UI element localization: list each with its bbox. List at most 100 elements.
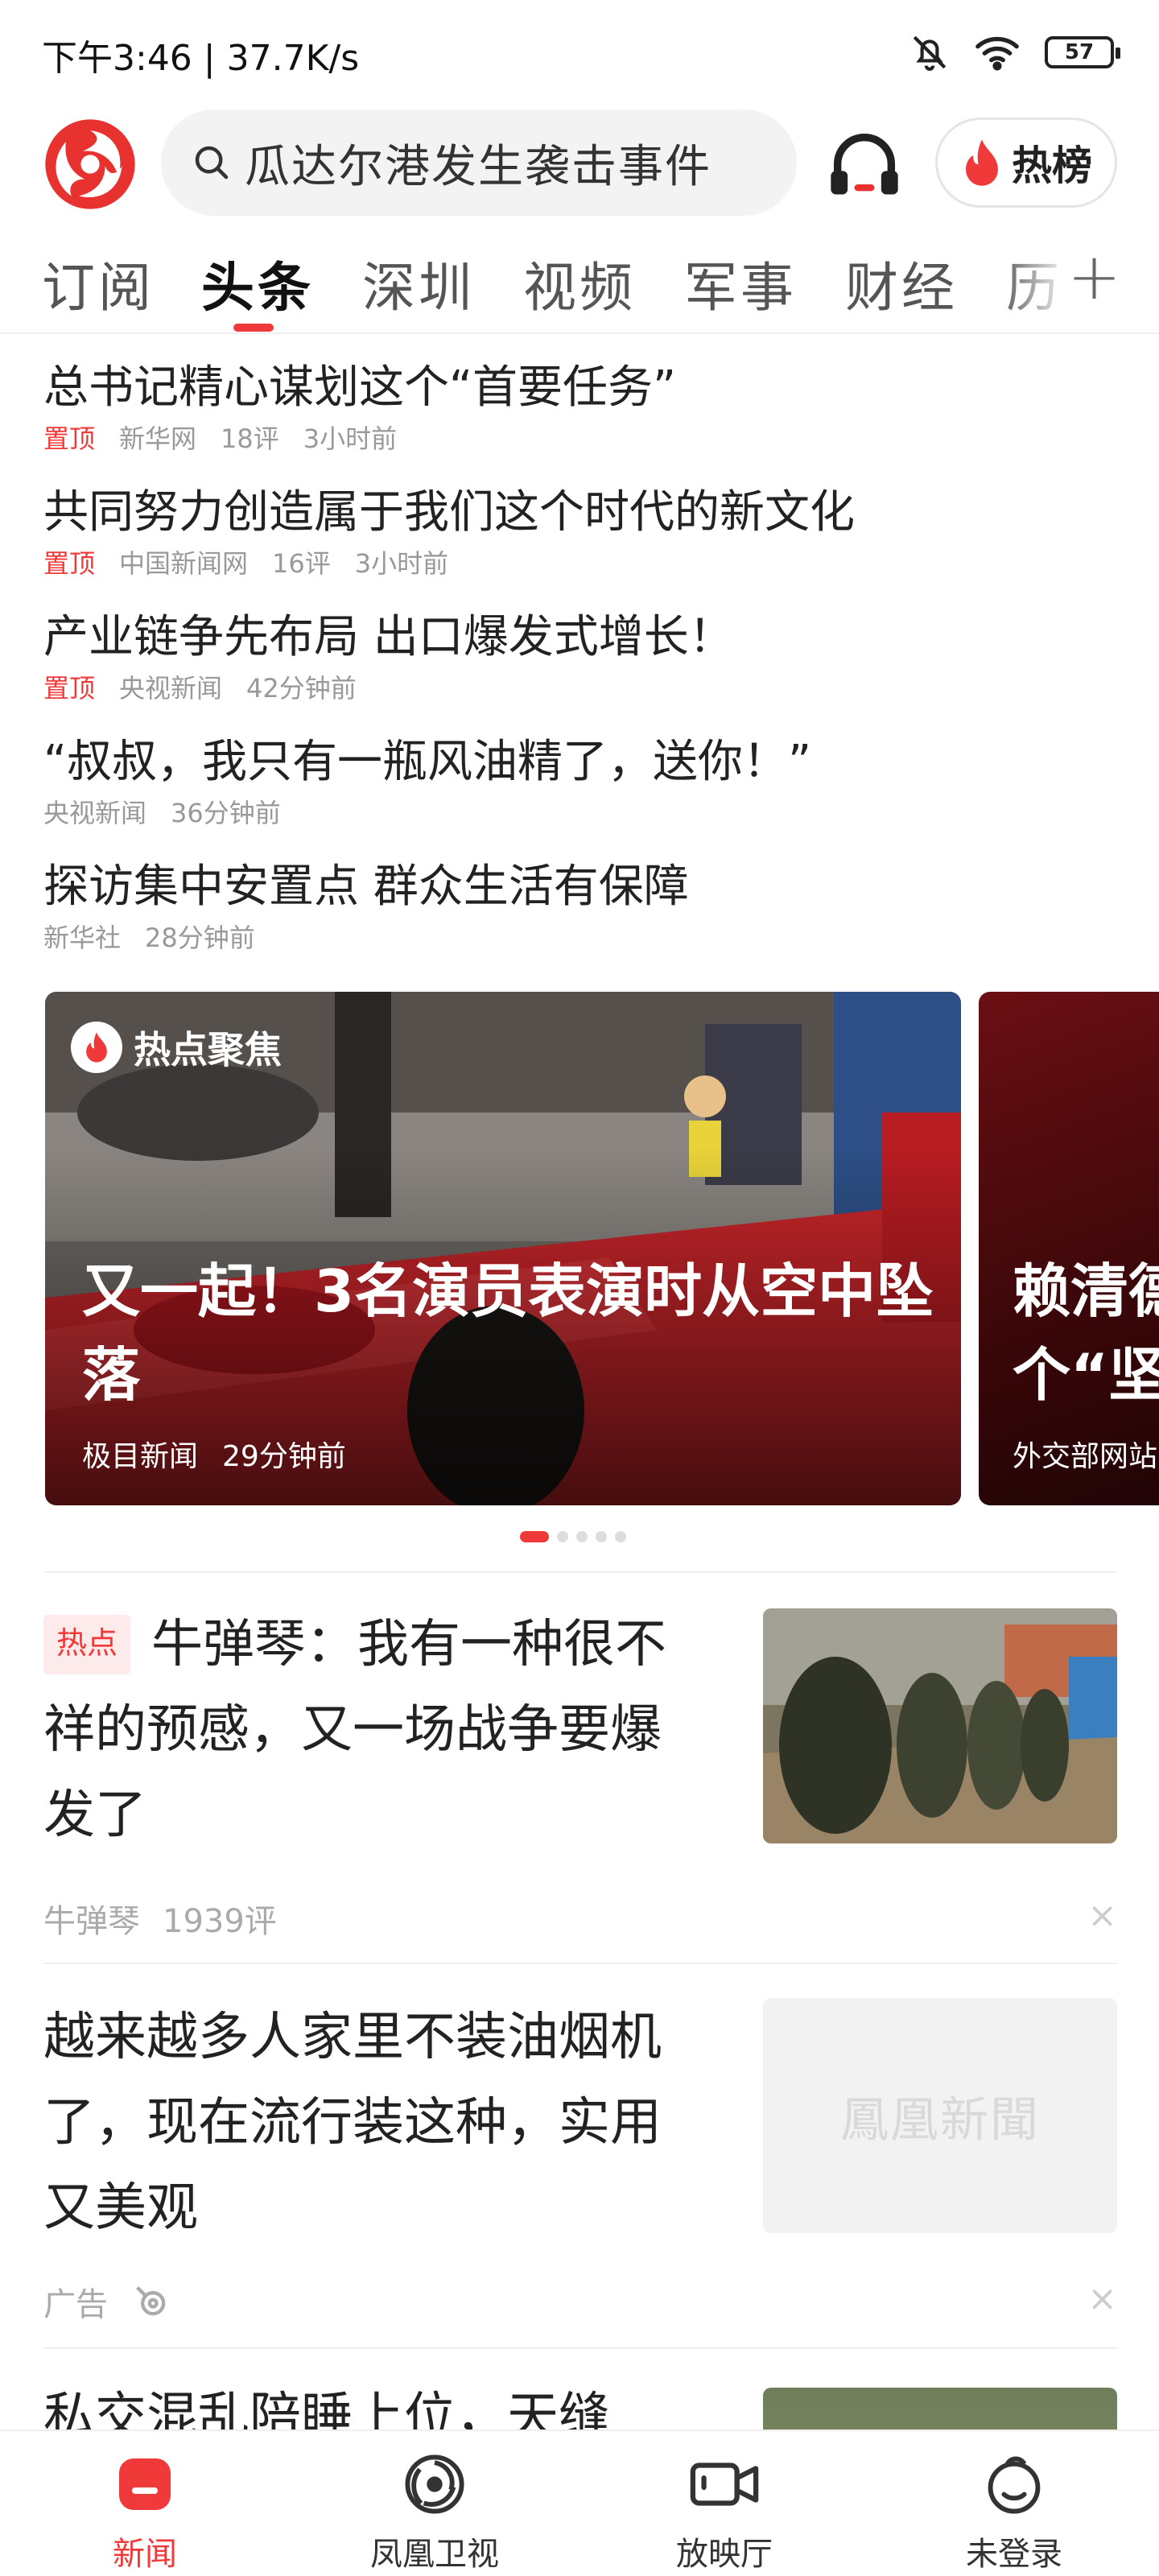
channel-tabs: 订阅 头条 深圳 视频 军事 财经 历 + (0, 233, 1159, 334)
list-item[interactable]: 共同努力创造属于我们这个时代的新文化 置顶 中国新闻网 16评 3小时前 (43, 479, 1114, 604)
feed-title: 热点 牛弹琴：我有一种很不祥的预感，又一场战争要爆发了 (43, 1602, 703, 1858)
hot-focus-carousel[interactable]: 热点聚焦 又一起！3名演员表演时从空中坠落 极目新闻 29分钟前 赖清德 个“坚… (45, 992, 1159, 1507)
tab-subscribe[interactable]: 订阅 (42, 245, 155, 322)
wifi-icon (975, 36, 1019, 71)
nav-news[interactable]: 新闻 (0, 2431, 290, 2576)
list-item[interactable]: “叔叔，我只有一瓶风油精了，送你！” 央视新闻 36分钟前 (43, 729, 1114, 853)
news-time: 28分钟前 (145, 923, 255, 953)
carousel-time: 29分钟前 (222, 1440, 346, 1473)
battery-level: 57 (1064, 40, 1095, 64)
phoenix-logo-icon[interactable] (43, 118, 137, 211)
header: 瓜达尔港发生袭击事件 热榜 (0, 105, 1159, 225)
tab-shenzhen[interactable]: 深圳 (362, 245, 475, 322)
pinned-news-list: 总书记精心谋划这个“首要任务” 置顶 新华网 18评 3小时前 共同努力创造属于… (43, 354, 1114, 978)
feed-title: 私交混乱陪睡上位，天缝 (43, 2388, 610, 2429)
news-meta: 置顶 新华网 18评 3小时前 (43, 422, 1114, 456)
pinned-tag: 置顶 (43, 548, 96, 579)
pinned-tag: 置顶 (43, 423, 96, 454)
news-source: 新华网 (119, 423, 197, 454)
carousel-image-next (979, 992, 1159, 1505)
nav-phoenix-tv[interactable]: 凤凰卫视 (290, 2431, 580, 2576)
list-item[interactable]: 产业链争先布局 出口爆发式增长！ 置顶 央视新闻 42分钟前 (43, 604, 1114, 729)
news-source: 央视新闻 (119, 673, 223, 704)
hot-focus-label: 热点聚焦 (134, 1028, 282, 1071)
news-meta: 置顶 央视新闻 42分钟前 (43, 671, 1114, 705)
feed-meta: 广告 (43, 2278, 172, 2325)
feed-comments: 1939评 (163, 1903, 277, 1940)
pinned-tag: 置顶 (43, 673, 96, 704)
feed-card[interactable]: 私交混乱陪睡上位，天缝 (43, 2375, 1117, 2429)
phoenix-tv-icon (398, 2447, 472, 2521)
news-title: 总书记精心谋划这个“首要任务” (43, 361, 677, 414)
status-time-speed: 下午3:46 | 37.7K/s (42, 38, 360, 79)
feed-meta: 牛弹琴 1939评 (43, 1895, 277, 1942)
mute-bell-icon (913, 35, 947, 71)
news-source: 央视新闻 (43, 798, 147, 828)
ad-label: 广告 (43, 2286, 108, 2323)
carousel-next-title-line1: 赖清德 (1013, 1257, 1159, 1325)
news-time: 36分钟前 (171, 798, 281, 828)
tab-military[interactable]: 军事 (684, 245, 797, 322)
news-comments: 16评 (272, 548, 331, 579)
flame-icon (966, 139, 998, 186)
hot-list-button[interactable]: 热榜 (935, 118, 1117, 208)
nav-label: 新闻 (113, 2536, 177, 2573)
news-meta: 置顶 中国新闻网 16评 3小时前 (43, 547, 1114, 580)
carousel-card-next[interactable]: 赖清德 个“坚 外交部网站 (979, 992, 1159, 1505)
feed-title: 越来越多人家里不装油烟机了，现在流行装这种，实用又美观 (43, 2008, 662, 2238)
feed-card[interactable]: 热点 牛弹琴：我有一种很不祥的预感，又一场战争要爆发了 牛弹琴 1939评 × (43, 1602, 1117, 1964)
news-time: 3小时前 (303, 423, 398, 454)
nav-label: 未登录 (966, 2536, 1062, 2573)
search-icon (195, 146, 229, 180)
status-icons: 57 (909, 32, 1120, 72)
page-dot (615, 1531, 626, 1542)
divider (43, 1963, 1117, 1964)
page-dot-active (520, 1531, 549, 1542)
hot-tag: 热点 (43, 1615, 131, 1674)
flame-icon (71, 1022, 122, 1073)
news-icon (108, 2447, 182, 2521)
divider (43, 2347, 1117, 2349)
ad-info-icon[interactable] (130, 2281, 172, 2322)
nav-label: 凤凰卫视 (370, 2536, 499, 2573)
search-bar[interactable]: 瓜达尔港发生袭击事件 (161, 109, 797, 216)
headphones-icon[interactable] (824, 124, 905, 204)
close-icon[interactable]: × (1087, 2278, 1117, 2319)
page-dot (557, 1531, 568, 1542)
battery-icon: 57 (1045, 36, 1120, 68)
feed-thumbnail (763, 1608, 1117, 1843)
news-time: 3小时前 (354, 548, 449, 579)
status-bar: 下午3:46 | 37.7K/s 57 (0, 0, 1159, 105)
tab-video[interactable]: 视频 (523, 245, 636, 322)
carousel-next-source: 外交部网站 (1013, 1440, 1158, 1473)
close-icon[interactable]: × (1087, 1895, 1117, 1936)
list-item[interactable]: 探访集中安置点 群众生活有保障 新华社 28分钟前 (43, 853, 1114, 978)
feed-card-ad[interactable]: 越来越多人家里不装油烟机了，现在流行装这种，实用又美观 鳳凰新聞 广告 × (43, 1995, 1117, 2349)
placeholder-logo-text: 鳳凰新聞 (840, 2091, 1040, 2149)
news-comments: 18评 (221, 423, 279, 454)
feed-thumbnail-placeholder: 鳳凰新聞 (763, 1998, 1117, 2233)
tab-finance[interactable]: 财经 (845, 245, 958, 322)
tab-headlines[interactable]: 头条 (201, 245, 314, 322)
hot-list-label: 热榜 (1012, 142, 1092, 189)
carousel-title: 又一起！3名演员表演时从空中坠落 (82, 1257, 934, 1409)
feed-thumbnail (763, 2388, 1117, 2429)
news-meta: 新华社 28分钟前 (43, 921, 1114, 955)
search-placeholder: 瓜达尔港发生袭击事件 (245, 140, 711, 193)
nav-label: 放映厅 (676, 2536, 773, 2573)
list-item[interactable]: 总书记精心谋划这个“首要任务” 置顶 新华网 18评 3小时前 (43, 354, 1114, 479)
news-time: 42分钟前 (246, 673, 357, 704)
news-source: 中国新闻网 (119, 548, 249, 579)
add-channel-icon[interactable]: + (1067, 245, 1121, 309)
nav-screening-hall[interactable]: 放映厅 (580, 2431, 869, 2576)
page-dot (596, 1531, 607, 1542)
active-tab-indicator (233, 324, 274, 332)
carousel-next-title-line2: 个“坚 (1013, 1341, 1159, 1409)
carousel-card[interactable]: 热点聚焦 又一起！3名演员表演时从空中坠落 极目新闻 29分钟前 (45, 992, 961, 1505)
carousel-source: 极目新闻 (82, 1440, 199, 1473)
nav-account[interactable]: 未登录 (869, 2431, 1159, 2576)
news-meta: 央视新闻 36分钟前 (43, 796, 1114, 830)
carousel-meta: 极目新闻 29分钟前 (82, 1433, 346, 1475)
carousel-pagination (520, 1531, 626, 1542)
page-dot (576, 1531, 588, 1542)
